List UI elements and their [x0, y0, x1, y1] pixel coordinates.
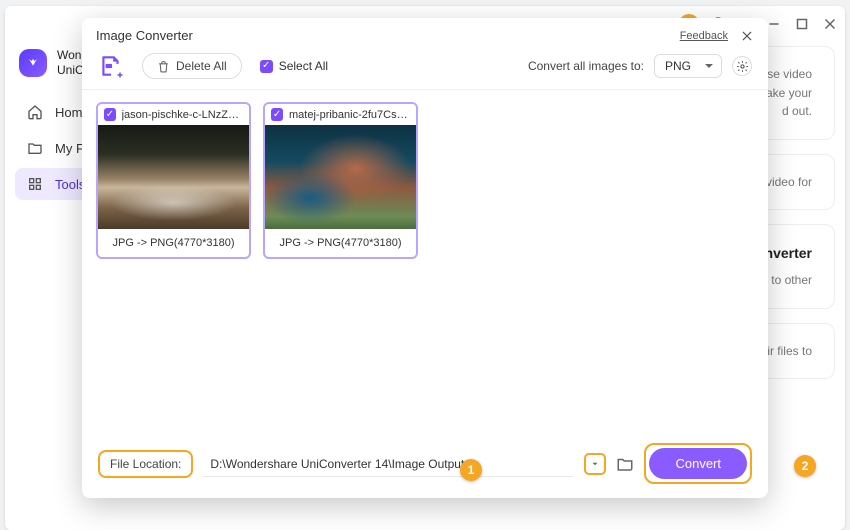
file-location-label: File Location:	[98, 450, 193, 478]
thumbnail-grid: ✓ jason-pischke-c-LNzZxJtZ... JPG -> PNG…	[82, 90, 768, 429]
close-icon[interactable]	[740, 29, 754, 43]
image-filename: jason-pischke-c-LNzZxJtZ...	[122, 109, 243, 121]
checkbox-checked-icon[interactable]: ✓	[271, 108, 283, 121]
brand-logo-icon	[19, 49, 47, 77]
image-thumbnail	[265, 125, 416, 229]
image-format-info: JPG -> PNG(4770*3180)	[265, 229, 416, 257]
image-thumbnail	[98, 125, 249, 229]
image-filename: matej-pribanic-2fu7CskIT...	[289, 109, 410, 121]
folder-icon	[27, 140, 43, 156]
modal-title: Image Converter	[96, 28, 193, 43]
select-all-label: Select All	[279, 59, 328, 73]
convert-button-highlight: Convert	[644, 443, 752, 484]
convert-button[interactable]: Convert	[649, 448, 747, 479]
checkbox-checked-icon: ✓	[260, 60, 273, 73]
feedback-link[interactable]: Feedback	[680, 30, 728, 42]
modal-toolbar: Delete All ✓ Select All Convert all imag…	[82, 53, 768, 90]
format-select[interactable]: PNG	[654, 54, 722, 78]
add-image-icon[interactable]	[98, 53, 124, 79]
modal-header: Image Converter Feedback	[82, 18, 768, 53]
grid-icon	[27, 176, 43, 192]
modal-footer: File Location: D:\Wondershare UniConvert…	[82, 429, 768, 498]
image-card[interactable]: ✓ jason-pischke-c-LNzZxJtZ... JPG -> PNG…	[96, 102, 251, 259]
file-location-path[interactable]: D:\Wondershare UniConverter 14\Image Out…	[203, 451, 574, 477]
path-dropdown-icon[interactable]	[584, 453, 606, 475]
select-all-checkbox[interactable]: ✓ Select All	[260, 59, 328, 73]
maximize-icon[interactable]	[793, 15, 811, 33]
step-badge-1: 1	[460, 459, 482, 481]
image-converter-modal: Image Converter Feedback Delete All ✓ Se…	[82, 18, 768, 498]
image-card[interactable]: ✓ matej-pribanic-2fu7CskIT... JPG -> PNG…	[263, 102, 418, 259]
delete-all-label: Delete All	[176, 59, 227, 73]
browse-folder-icon[interactable]	[616, 455, 634, 473]
home-icon	[27, 104, 43, 120]
convert-all-label: Convert all images to:	[528, 59, 644, 73]
trash-icon	[157, 60, 170, 73]
step-badge-2: 2	[794, 455, 816, 477]
nav-tools-label: Tools	[55, 177, 85, 192]
checkbox-checked-icon[interactable]: ✓	[104, 108, 116, 121]
settings-icon[interactable]	[732, 56, 752, 76]
delete-all-button[interactable]: Delete All	[142, 53, 242, 79]
image-format-info: JPG -> PNG(4770*3180)	[98, 229, 249, 257]
close-icon[interactable]	[821, 15, 839, 33]
